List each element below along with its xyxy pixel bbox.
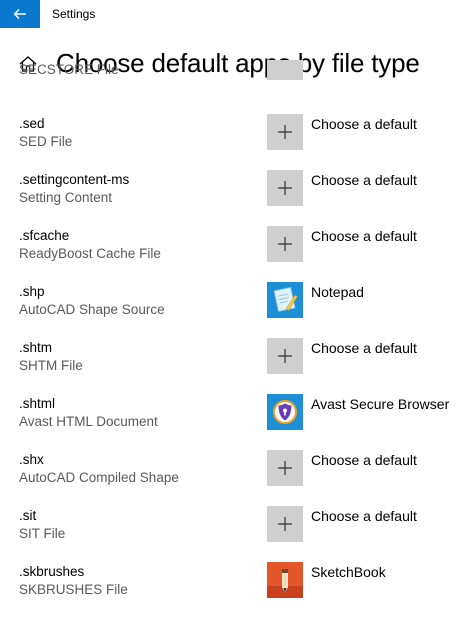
window-title: Settings: [52, 7, 96, 21]
list-item-sfcache: .sfcache ReadyBoost Cache File Choose a …: [0, 226, 474, 284]
back-button[interactable]: [0, 0, 40, 28]
file-type-description: SED File: [19, 134, 73, 149]
list-item-shp: .shp AutoCAD Shape Source Notepad: [0, 282, 474, 340]
file-type-description: AutoCAD Compiled Shape: [19, 470, 179, 485]
choose-default-button[interactable]: [267, 170, 303, 206]
file-type-description: SKBRUSHES File: [19, 582, 128, 597]
plus-icon: [278, 517, 292, 531]
avast-secure-browser-icon: [267, 394, 303, 430]
choose-default-button[interactable]: [267, 114, 303, 150]
list-item-shx: .shx AutoCAD Compiled Shape Choose a def…: [0, 450, 474, 508]
default-app-label[interactable]: Choose a default: [311, 340, 417, 356]
title-bar: Settings: [0, 0, 474, 28]
default-app-label[interactable]: Avast Secure Browser: [311, 396, 449, 412]
file-type-description: SIT File: [19, 526, 66, 541]
file-extension: .shx: [19, 452, 44, 467]
avast-secure-browser-app-button[interactable]: [267, 394, 303, 430]
default-app-label[interactable]: Choose a default: [311, 228, 417, 244]
file-extension: .sit: [19, 508, 37, 523]
choose-default-button[interactable]: [267, 226, 303, 262]
choose-default-button[interactable]: [267, 338, 303, 374]
default-app-label[interactable]: Choose a default: [311, 116, 417, 132]
file-type-list: .sed SED File Choose a default .settingc…: [0, 84, 474, 620]
choose-default-button[interactable]: [267, 450, 303, 486]
list-item-settingcontent-ms: .settingcontent-ms Setting Content Choos…: [0, 170, 474, 228]
file-extension: .shp: [19, 284, 45, 299]
default-app-label[interactable]: Notepad: [311, 284, 364, 300]
file-extension: .sed: [19, 116, 45, 131]
sketchbook-app-button[interactable]: [267, 562, 303, 598]
list-item-sed: .sed SED File Choose a default: [0, 114, 474, 172]
back-arrow-icon: [13, 9, 26, 19]
default-app-label[interactable]: Choose a default: [311, 452, 417, 468]
file-extension: .shtm: [19, 340, 53, 355]
choose-default-button[interactable]: [267, 506, 303, 542]
file-type-description: Avast HTML Document: [19, 414, 158, 429]
notepad-app-button[interactable]: [267, 282, 303, 318]
file-type-description: ReadyBoost Cache File: [19, 246, 161, 261]
default-app-label[interactable]: Choose a default: [311, 508, 417, 524]
file-type-description: SHTM File: [19, 358, 83, 373]
list-item-skbrushes: .skbrushes SKBRUSHES File SketchBook: [0, 562, 474, 620]
plus-icon: [278, 237, 292, 251]
file-type-description: Setting Content: [19, 190, 113, 205]
list-item-shtm: .shtm SHTM File Choose a default: [0, 338, 474, 396]
default-app-label[interactable]: Choose a default: [311, 172, 417, 188]
list-item-shtml: .shtml Avast HTML Document Avast Secure …: [0, 394, 474, 452]
file-type-description: AutoCAD Shape Source: [19, 302, 165, 317]
plus-icon: [278, 349, 292, 363]
file-extension: .shtml: [19, 396, 56, 411]
file-extension: .skbrushes: [19, 564, 85, 579]
plus-icon: [278, 125, 292, 139]
file-extension: .settingcontent-ms: [19, 172, 130, 187]
sketchbook-icon: [267, 562, 303, 598]
plus-icon: [278, 461, 292, 475]
file-extension: .sfcache: [19, 228, 70, 243]
list-item-sit: .sit SIT File Choose a default: [0, 506, 474, 564]
choose-default-button[interactable]: [267, 60, 303, 80]
default-app-label[interactable]: SketchBook: [311, 564, 386, 580]
file-type-description: SECSTORE File: [19, 62, 119, 77]
notepad-icon: [267, 282, 303, 318]
plus-icon: [278, 181, 292, 195]
